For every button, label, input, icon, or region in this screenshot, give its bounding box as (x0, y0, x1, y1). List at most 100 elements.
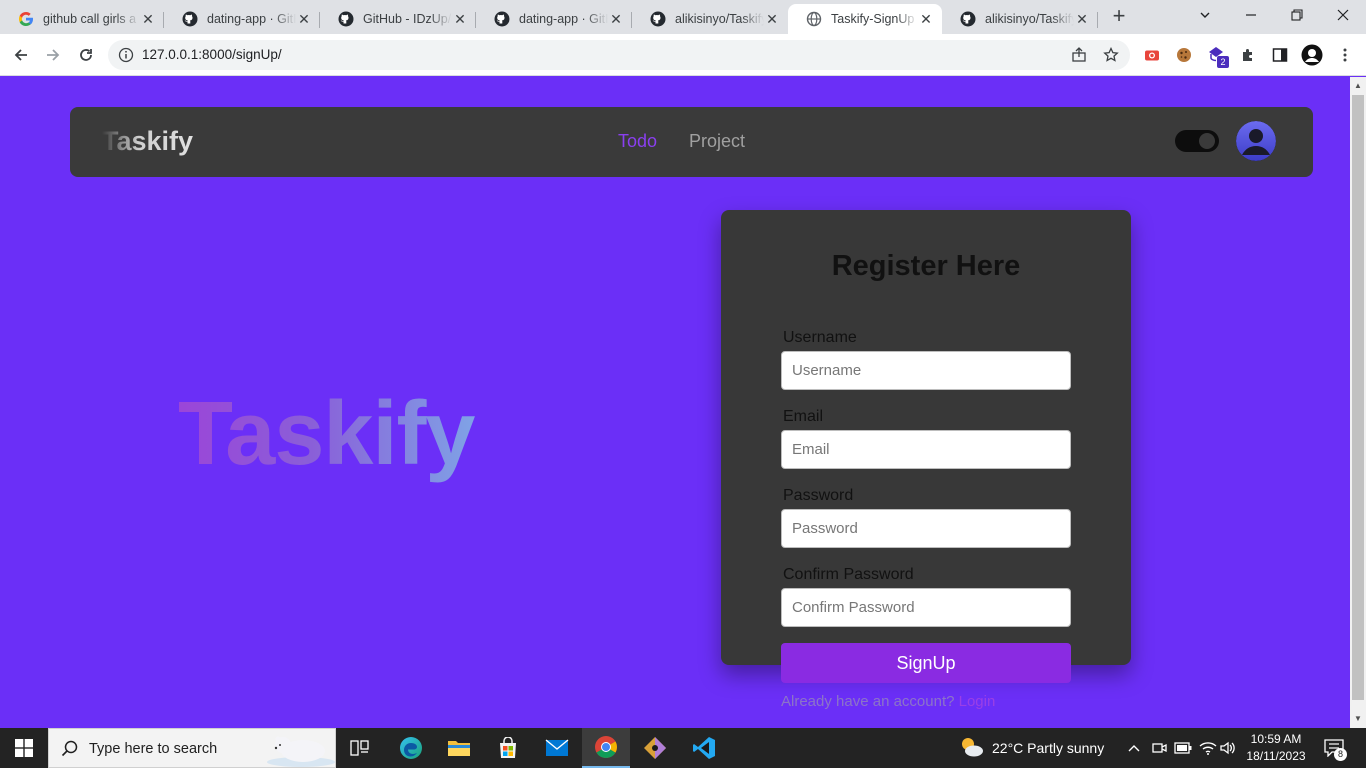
tab-search-icon[interactable] (1182, 0, 1228, 30)
nav-link-project[interactable]: Project (689, 131, 745, 152)
google-icon (18, 11, 34, 27)
github-icon (338, 11, 354, 27)
github-icon (960, 11, 976, 27)
battery-icon[interactable] (1174, 728, 1192, 768)
scrollbar-thumb[interactable] (1352, 95, 1364, 700)
login-prompt: Already have an account? Login (781, 693, 995, 710)
weather-widget[interactable]: 22°C Partly sunny (958, 728, 1104, 768)
close-icon[interactable]: ✕ (140, 11, 156, 28)
user-avatar-icon[interactable] (1236, 121, 1276, 161)
username-input[interactable] (781, 351, 1071, 390)
profile-avatar-icon[interactable] (1301, 44, 1323, 66)
page-viewport: Taskify Todo Project Taskify Register He… (0, 77, 1350, 728)
search-placeholder: Type here to search (89, 741, 218, 757)
clock-time: 10:59 AM (1250, 732, 1302, 746)
close-window-icon[interactable] (1320, 0, 1366, 30)
tab-title: github call girls a (43, 12, 137, 26)
restore-icon[interactable] (1274, 0, 1320, 30)
address-bar[interactable]: 127.0.0.1:8000/signUp/ (108, 40, 1130, 70)
chrome-icon[interactable] (582, 728, 630, 768)
password-input[interactable] (781, 509, 1071, 548)
email-input[interactable] (781, 430, 1071, 469)
github-icon (494, 11, 510, 27)
scroll-down-arrow-icon[interactable]: ▼ (1350, 712, 1366, 726)
extension-badge-count: 2 (1217, 56, 1229, 68)
toggle-knob (1199, 133, 1215, 149)
tab-title: Taskify-SignUp P (831, 12, 918, 26)
tab-title: alikisinyo/Taskify (675, 12, 764, 26)
register-card: Register Here Username Email Password Co… (721, 210, 1131, 665)
share-icon[interactable] (1070, 46, 1088, 64)
new-tab-button[interactable]: + (1108, 5, 1130, 28)
bookmark-star-icon[interactable] (1102, 46, 1120, 64)
username-label: Username (783, 329, 857, 346)
edge-browser-icon[interactable] (387, 728, 435, 768)
mail-icon[interactable] (533, 728, 581, 768)
close-icon[interactable]: ✕ (452, 11, 468, 28)
url-text: 127.0.0.1:8000/signUp/ (142, 47, 282, 62)
tab-title: GitHub - IDzUp/d (363, 12, 452, 26)
nav-link-todo[interactable]: Todo (618, 131, 657, 152)
wifi-icon[interactable] (1199, 728, 1217, 768)
confirm-password-label: Confirm Password (783, 566, 914, 583)
close-icon[interactable]: ✕ (296, 11, 312, 28)
tab-github-call[interactable]: github call girls a ✕ (0, 4, 164, 34)
reload-icon[interactable] (73, 42, 99, 68)
windows-taskbar: Type here to search 22°C Partly sunny 10… (0, 728, 1366, 768)
close-icon[interactable]: ✕ (608, 11, 624, 28)
tab-title: alikisinyo/Taskify (985, 12, 1074, 26)
task-view-icon[interactable] (336, 728, 384, 768)
tab-title: dating-app · GitH (207, 12, 296, 26)
scroll-up-arrow-icon[interactable]: ▲ (1350, 79, 1366, 93)
screenshot-extension-icon[interactable] (1143, 46, 1161, 64)
hero-title: Taskify (178, 383, 475, 487)
info-icon[interactable] (118, 47, 134, 63)
puzzle-extensions-icon[interactable] (1239, 46, 1257, 64)
tab-github-idzup[interactable]: GitHub - IDzUp/d ✕ (320, 4, 476, 34)
tab-taskify-repo-1[interactable]: alikisinyo/Taskify ✕ (632, 4, 788, 34)
clock-date: 18/11/2023 (1246, 749, 1306, 763)
side-panel-icon[interactable] (1271, 46, 1289, 64)
search-icon (61, 740, 78, 762)
close-icon[interactable]: ✕ (1074, 11, 1090, 28)
weather-text: 22°C Partly sunny (992, 740, 1105, 756)
show-hidden-icons-icon[interactable] (1128, 728, 1140, 768)
password-label: Password (783, 487, 854, 504)
forward-arrow-icon[interactable] (40, 42, 66, 68)
tab-strip: github call girls a ✕ dating-app · GitH … (0, 0, 1366, 34)
back-arrow-icon[interactable] (8, 42, 34, 68)
taskbar-clock[interactable]: 10:59 AM 18/11/2023 (1234, 731, 1318, 765)
login-link[interactable]: Login (959, 693, 996, 710)
signup-button[interactable]: SignUp (781, 643, 1071, 683)
microsoft-store-icon[interactable] (484, 728, 532, 768)
notifications-icon[interactable]: 8 (1324, 728, 1347, 768)
tab-dating-app-1[interactable]: dating-app · GitH ✕ (164, 4, 320, 34)
tab-dating-app-2[interactable]: dating-app · GitH ✕ (476, 4, 632, 34)
github-icon (650, 11, 666, 27)
partly-sunny-icon (958, 735, 984, 762)
form-title: Register Here (831, 250, 1021, 282)
theme-toggle[interactable] (1175, 130, 1219, 152)
cookie-extension-icon[interactable] (1175, 46, 1193, 64)
tab-taskify-repo-2[interactable]: alikisinyo/Taskify ✕ (942, 4, 1098, 34)
meet-now-icon[interactable] (1151, 728, 1167, 768)
kebab-menu-icon[interactable] (1336, 46, 1354, 64)
minimize-icon[interactable] (1228, 0, 1274, 30)
polar-bear-search-highlight-icon (261, 731, 335, 768)
file-explorer-icon[interactable] (435, 728, 483, 768)
brand-logo[interactable]: Taskify (102, 126, 193, 157)
globe-icon (806, 11, 822, 27)
page-scrollbar[interactable]: ▲ ▼ (1350, 77, 1366, 728)
confirm-password-input[interactable] (781, 588, 1071, 627)
tab-taskify-signup[interactable]: Taskify-SignUp P ✕ (788, 4, 942, 34)
vscode-icon[interactable] (680, 728, 728, 768)
taskbar-search-box[interactable]: Type here to search (48, 728, 336, 768)
git-kraken-icon[interactable] (631, 728, 679, 768)
close-icon[interactable]: ✕ (764, 11, 780, 28)
close-icon[interactable]: ✕ (918, 11, 934, 28)
app-navbar: Taskify Todo Project (70, 107, 1313, 177)
login-prompt-text: Already have an account? (781, 693, 955, 710)
notification-count: 8 (1334, 748, 1347, 761)
browser-toolbar: 127.0.0.1:8000/signUp/ 2 (0, 34, 1366, 76)
windows-start-icon[interactable] (0, 728, 48, 768)
